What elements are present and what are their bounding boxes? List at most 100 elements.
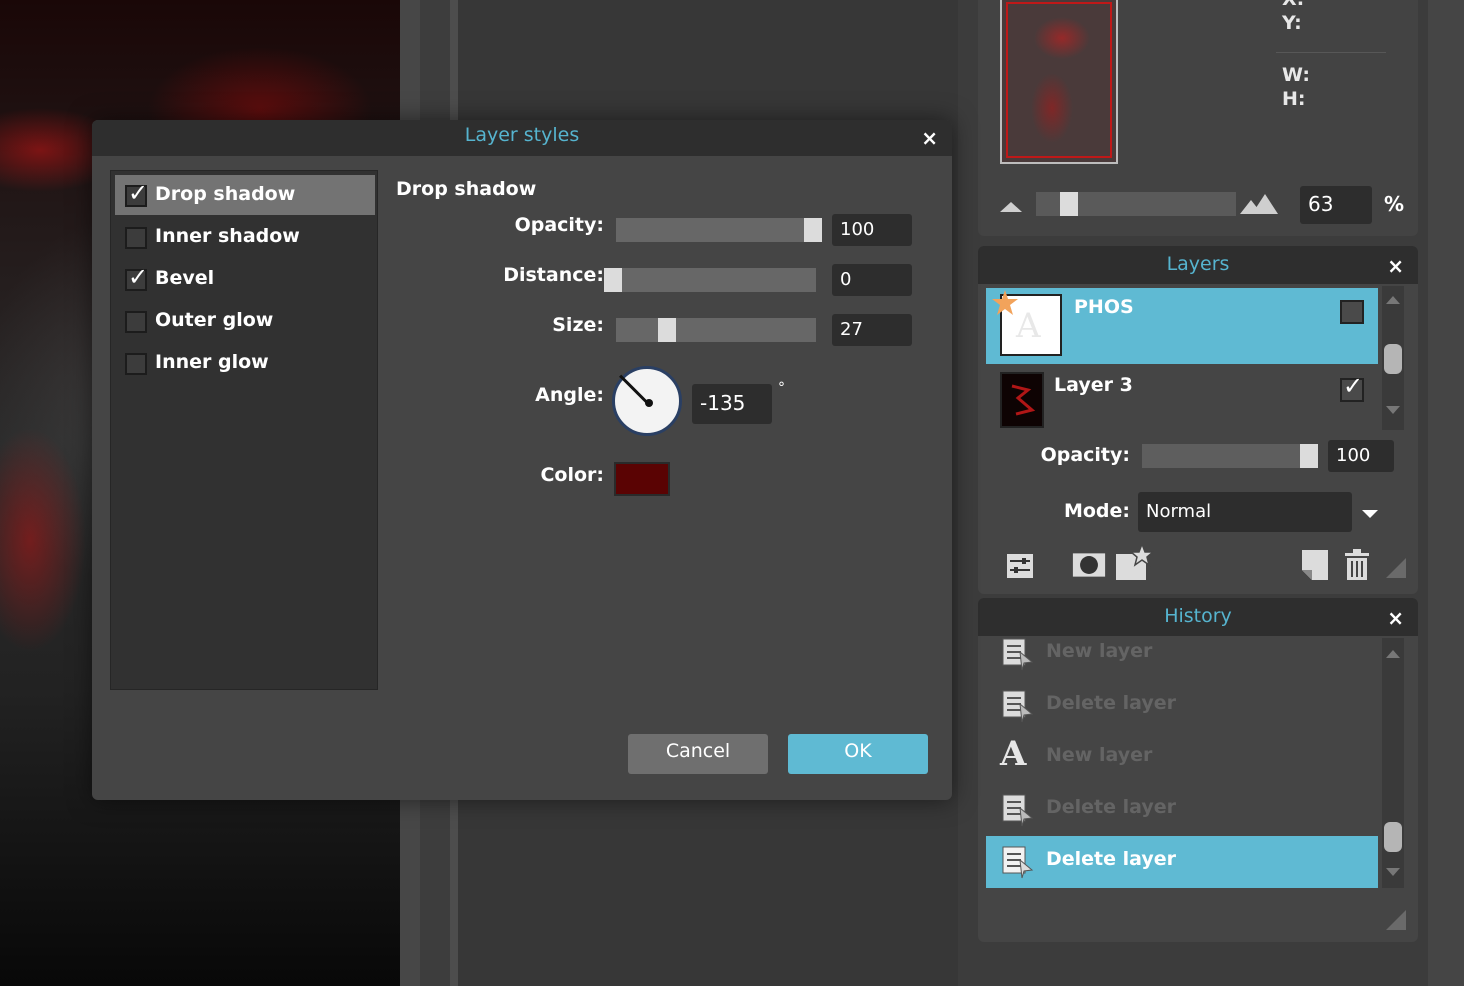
style-checkbox[interactable] — [125, 311, 147, 333]
style-checkbox[interactable]: ✓ — [125, 263, 148, 291]
angle-needle — [619, 374, 649, 404]
history-close-icon[interactable]: × — [1387, 606, 1404, 630]
layer-thumbnail — [1000, 372, 1044, 428]
layer-doc-icon — [1002, 846, 1034, 879]
history-title: History — [1164, 605, 1232, 627]
panel-resize-icon[interactable] — [1386, 910, 1406, 930]
x-coord-label: X: — [1282, 0, 1304, 10]
opacity-input[interactable]: 100 — [832, 214, 912, 246]
angle-unit: ° — [778, 380, 785, 396]
style-item-label: Inner shadow — [155, 225, 300, 247]
angle-input[interactable]: -135 — [692, 384, 772, 424]
style-item-label: Inner glow — [155, 351, 269, 373]
distance-label: Distance: — [503, 264, 604, 286]
size-label: Size: — [552, 314, 604, 336]
ok-button[interactable]: OK — [788, 734, 928, 774]
layer-opacity-slider[interactable] — [1142, 444, 1318, 468]
trash-icon[interactable] — [1340, 548, 1374, 582]
style-list: ✓ Drop shadow Inner shadow ✓ Bevel Outer… — [110, 170, 378, 690]
new-layer-effects-icon[interactable] — [1114, 544, 1154, 582]
history-item-label: Delete layer — [1046, 848, 1177, 870]
blend-mode-select[interactable]: Normal — [1138, 492, 1352, 532]
opacity-slider[interactable] — [616, 218, 822, 242]
scroll-up-icon[interactable] — [1386, 650, 1400, 658]
history-item-label: New layer — [1046, 640, 1153, 662]
history-item-label: New layer — [1046, 744, 1153, 766]
side-panel-edge — [1428, 0, 1464, 986]
history-item-label: Delete layer — [1046, 692, 1177, 714]
scroll-up-icon[interactable] — [1386, 296, 1400, 304]
layer-opacity-handle[interactable] — [1300, 444, 1318, 468]
style-checkbox[interactable]: ✓ — [125, 179, 148, 207]
navigator-thumbnail[interactable] — [1000, 0, 1118, 164]
layer-name: Layer 3 — [1054, 374, 1133, 396]
angle-dial[interactable] — [612, 366, 682, 436]
layers-scrollbar[interactable] — [1382, 286, 1404, 430]
new-layer-icon[interactable] — [1298, 548, 1332, 582]
color-label: Color: — [540, 464, 604, 486]
style-checkbox[interactable] — [125, 227, 147, 249]
opacity-slider-handle[interactable] — [804, 218, 822, 242]
size-slider-handle[interactable] — [658, 318, 676, 342]
zoom-input[interactable]: 63 — [1300, 186, 1372, 224]
layer-doc-icon — [1002, 690, 1034, 723]
zoom-in-icon[interactable] — [1240, 192, 1278, 214]
shadow-color-swatch[interactable] — [614, 462, 670, 496]
size-slider[interactable] — [616, 318, 816, 342]
layers-close-icon[interactable]: × — [1387, 254, 1404, 278]
history-item[interactable]: New layer — [986, 628, 1378, 680]
layer-opacity-label: Opacity: — [1040, 444, 1130, 466]
layer-row-layer-3[interactable]: Layer 3 ✓ — [986, 366, 1378, 430]
history-item-label: Delete layer — [1046, 796, 1177, 818]
angle-label: Angle: — [535, 384, 604, 406]
cancel-button[interactable]: Cancel — [628, 734, 768, 774]
style-checkbox[interactable] — [125, 353, 147, 375]
angle-center-dot — [645, 399, 653, 407]
style-item-inner-shadow[interactable]: Inner shadow — [115, 217, 375, 257]
dialog-title: Layer styles — [464, 124, 580, 146]
dialog-close-icon[interactable]: × — [921, 126, 938, 150]
distance-slider-handle[interactable] — [604, 268, 622, 292]
layers-scrollbar-thumb[interactable] — [1384, 344, 1402, 374]
style-item-outer-glow[interactable]: Outer glow — [115, 301, 375, 341]
history-panel: History × New layer Delete layer A New l… — [978, 598, 1418, 942]
size-input[interactable]: 27 — [832, 314, 912, 346]
scroll-down-icon[interactable] — [1386, 868, 1400, 876]
history-scrollbar-thumb[interactable] — [1384, 822, 1402, 852]
text-a-icon: A — [1000, 734, 1027, 774]
blend-mode-label: Mode: — [1063, 500, 1130, 522]
layer-opacity-input[interactable]: 100 — [1328, 440, 1394, 472]
checkmark-icon: ✓ — [128, 263, 149, 291]
chevron-down-icon[interactable] — [1362, 510, 1378, 518]
layer-visibility-checkbox[interactable]: ✓ — [1340, 372, 1364, 402]
navigator-viewport-frame[interactable] — [1006, 2, 1112, 158]
layer-row-phos[interactable]: A PHOS — [986, 288, 1378, 364]
distance-input[interactable]: 0 — [832, 264, 912, 296]
history-item[interactable]: A New layer — [986, 732, 1378, 784]
style-item-inner-glow[interactable]: Inner glow — [115, 343, 375, 383]
effects-star-icon — [992, 290, 1018, 315]
history-scrollbar[interactable] — [1382, 638, 1404, 888]
style-item-label: Bevel — [155, 267, 215, 289]
layer-doc-icon — [1002, 638, 1034, 671]
mask-icon[interactable] — [1072, 548, 1106, 582]
style-item-bevel[interactable]: ✓ Bevel — [115, 259, 375, 299]
zoom-out-icon[interactable] — [1000, 202, 1022, 212]
adjustments-icon[interactable] — [1004, 548, 1038, 582]
layer-name: PHOS — [1074, 296, 1134, 318]
history-item[interactable]: Delete layer — [986, 784, 1378, 836]
scroll-down-icon[interactable] — [1386, 406, 1400, 414]
layer-doc-icon — [1002, 794, 1034, 827]
dialog-header[interactable]: Layer styles × — [92, 120, 952, 156]
panel-resize-icon[interactable] — [1386, 558, 1406, 578]
history-item[interactable]: Delete layer — [986, 680, 1378, 732]
zoom-unit: % — [1384, 192, 1405, 216]
distance-slider[interactable] — [604, 268, 816, 292]
zoom-slider-handle[interactable] — [1060, 192, 1078, 216]
opacity-label: Opacity: — [514, 214, 604, 236]
style-item-drop-shadow[interactable]: ✓ Drop shadow — [115, 175, 375, 215]
layer-visibility-checkbox[interactable] — [1340, 300, 1364, 324]
zoom-slider[interactable] — [1036, 192, 1236, 216]
history-item-active[interactable]: Delete layer — [986, 836, 1378, 888]
checkmark-icon: ✓ — [128, 179, 149, 207]
